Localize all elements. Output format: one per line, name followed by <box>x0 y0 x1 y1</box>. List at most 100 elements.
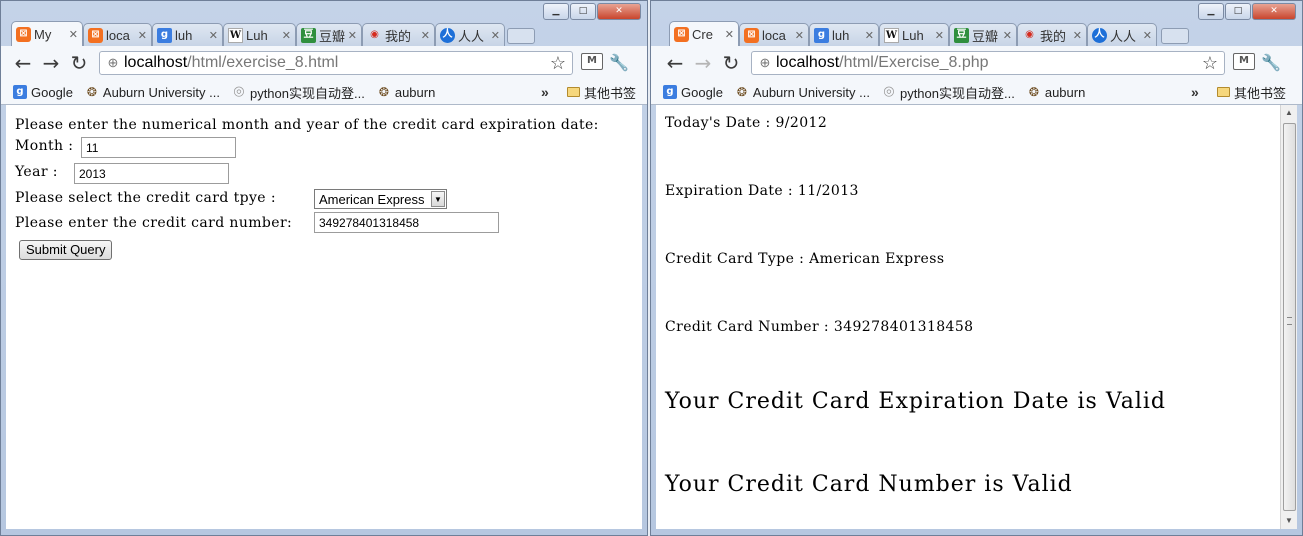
tab-google-luhn[interactable]: g luh ✕ <box>152 23 223 46</box>
bookmark-python-login[interactable]: ◎ python实现自动登... <box>232 83 365 102</box>
bookmark-auburn-university[interactable]: ❂ Auburn University ... <box>735 85 870 100</box>
tab-credit-card-result[interactable]: ⊠ Cre ✕ <box>669 21 739 46</box>
tab-close-icon[interactable]: ✕ <box>1143 29 1152 42</box>
google-icon: g <box>157 27 172 43</box>
back-arrow-icon[interactable]: ← <box>661 51 689 75</box>
tab-close-icon[interactable]: ✕ <box>795 29 804 42</box>
bookmark-star-icon[interactable]: ☆ <box>1202 53 1218 74</box>
year-label: Year : <box>15 164 58 180</box>
window-controls: ▁ □ ✕ <box>542 3 641 20</box>
url-host: localhost <box>776 54 840 71</box>
tab-wikipedia-luhn[interactable]: W Luh ✕ <box>223 23 296 46</box>
tab-close-icon[interactable]: ✕ <box>138 29 147 42</box>
tab-renren[interactable]: 人 人人 ✕ <box>1087 23 1157 46</box>
submit-query-button[interactable]: Submit Query <box>19 240 113 260</box>
bookmark-auburn[interactable]: ❂ auburn <box>377 85 436 100</box>
tab-exercise-form[interactable]: ⊠ My ✕ <box>11 21 83 46</box>
bookmark-auburn[interactable]: ❂ auburn <box>1027 84 1086 100</box>
reload-icon[interactable]: ↻ <box>65 51 93 75</box>
bookmarks-overflow-button[interactable]: » <box>541 84 549 100</box>
other-bookmarks-folder[interactable]: 其他书签 <box>1217 83 1286 102</box>
new-tab-button[interactable] <box>1161 28 1189 44</box>
tab-close-icon[interactable]: ✕ <box>725 28 734 41</box>
new-tab-button[interactable] <box>507 28 535 44</box>
close-window-button[interactable]: ✕ <box>597 3 641 20</box>
tab-renren[interactable]: 人 人人 ✕ <box>435 23 505 46</box>
tab-title: loca <box>106 27 130 43</box>
other-bookmarks-folder[interactable]: 其他书签 <box>567 83 636 102</box>
tab-close-icon[interactable]: ✕ <box>491 29 500 42</box>
tab-weibo[interactable]: ◉ 我的 ✕ <box>362 23 435 46</box>
bookmark-auburn-university[interactable]: ❂ Auburn University ... <box>85 85 220 100</box>
bookmark-google[interactable]: g Google <box>663 85 723 100</box>
wrench-icon[interactable]: 🔧 <box>1261 53 1281 73</box>
address-bar[interactable]: ⊕ localhost/html/Exercise_8.php ☆ <box>751 51 1225 75</box>
card-type-selected-value: American Express <box>319 191 425 207</box>
tab-localhost[interactable]: ⊠ loca ✕ <box>739 23 809 46</box>
tab-close-icon[interactable]: ✕ <box>282 29 291 42</box>
globe-icon: ◎ <box>233 84 245 99</box>
tab-strip: ⊠ Cre ✕ ⊠ loca ✕ g luh ✕ W Luh ✕ 豆 豆瓣 ✕ … <box>661 21 1296 46</box>
bookmark-star-icon[interactable]: ☆ <box>550 53 566 74</box>
google-icon: g <box>663 85 677 99</box>
forward-arrow-icon[interactable]: → <box>689 51 717 75</box>
maximize-button[interactable]: □ <box>570 3 596 20</box>
tab-close-icon[interactable]: ✕ <box>209 29 218 42</box>
tab-close-icon[interactable]: ✕ <box>1003 29 1012 42</box>
gmail-checker-icon[interactable]: M <box>581 53 603 70</box>
dropdown-arrow-icon[interactable]: ▼ <box>431 191 445 207</box>
card-number-input[interactable]: 349278401318458 <box>314 212 499 233</box>
page-content-form: Please enter the numerical month and yea… <box>6 105 642 529</box>
extension-icons: M 🔧 <box>581 53 629 73</box>
minimize-button[interactable]: ▁ <box>1198 3 1224 20</box>
page-content-result: Today's Date : 9/2012 Expiration Date : … <box>656 105 1297 529</box>
month-input[interactable]: 11 <box>81 137 236 158</box>
tab-title: 豆瓣 <box>972 28 999 44</box>
bookmarks-overflow-button[interactable]: » <box>1191 84 1199 100</box>
page-info-icon: ⊕ <box>107 55 119 70</box>
navigation-toolbar: ← → ↻ ⊕ localhost/html/Exercise_8.php ☆ … <box>651 46 1302 80</box>
tab-title: luh <box>832 27 850 43</box>
expiration-date-text: Expiration Date : 11/2013 <box>665 183 859 199</box>
card-type-select[interactable]: American Express ▼ <box>314 189 447 209</box>
tab-title: 我的 <box>385 28 412 44</box>
year-input[interactable]: 2013 <box>74 163 229 184</box>
xampp-icon: ⊠ <box>16 26 31 42</box>
close-window-button[interactable]: ✕ <box>1252 3 1296 20</box>
folder-label: 其他书签 <box>1234 85 1287 101</box>
wrench-icon[interactable]: 🔧 <box>609 53 629 73</box>
tab-close-icon[interactable]: ✕ <box>69 28 78 41</box>
maximize-button[interactable]: □ <box>1225 3 1251 20</box>
vertical-scrollbar[interactable]: ▲ ▼ <box>1280 105 1297 529</box>
tab-google-luhn[interactable]: g luh ✕ <box>809 23 879 46</box>
tab-close-icon[interactable]: ✕ <box>421 29 430 42</box>
scroll-down-arrow-icon[interactable]: ▼ <box>1281 513 1297 529</box>
bookmark-python-login[interactable]: ◎ python实现自动登... <box>882 83 1015 102</box>
tab-wikipedia-luhn[interactable]: W Luh ✕ <box>879 23 949 46</box>
address-bar[interactable]: ⊕ localhost/html/exercise_8.html ☆ <box>99 51 573 75</box>
tab-strip: ⊠ My ✕ ⊠ loca ✕ g luh ✕ W Luh ✕ 豆 豆瓣 ✕ ◉… <box>11 21 641 46</box>
tab-close-icon[interactable]: ✕ <box>348 29 357 42</box>
scroll-up-arrow-icon[interactable]: ▲ <box>1281 105 1297 121</box>
minimize-button[interactable]: ▁ <box>543 3 569 20</box>
back-arrow-icon[interactable]: ← <box>9 51 37 75</box>
tab-close-icon[interactable]: ✕ <box>1073 29 1082 42</box>
bookmark-label: python实现自动登... <box>249 85 365 101</box>
bookmark-google[interactable]: g Google <box>13 85 73 100</box>
tab-douban[interactable]: 豆 豆瓣 ✕ <box>949 23 1017 46</box>
gmail-checker-icon[interactable]: M <box>1233 53 1255 70</box>
bookmark-label: auburn <box>1044 84 1086 100</box>
tab-douban[interactable]: 豆 豆瓣 ✕ <box>296 23 362 46</box>
todays-date-text: Today's Date : 9/2012 <box>665 115 828 131</box>
tab-weibo[interactable]: ◉ 我的 ✕ <box>1017 23 1087 46</box>
reload-icon[interactable]: ↻ <box>717 51 745 75</box>
tab-close-icon[interactable]: ✕ <box>865 29 874 42</box>
tab-localhost[interactable]: ⊠ loca ✕ <box>83 23 152 46</box>
bookmark-label: Google <box>681 84 723 100</box>
scrollbar-thumb[interactable] <box>1283 123 1296 511</box>
tab-title: Luh <box>246 27 268 43</box>
weibo-icon: ◉ <box>1025 28 1034 40</box>
forward-arrow-icon[interactable]: → <box>37 51 65 75</box>
tab-close-icon[interactable]: ✕ <box>935 29 944 42</box>
xampp-icon: ⊠ <box>88 27 103 43</box>
